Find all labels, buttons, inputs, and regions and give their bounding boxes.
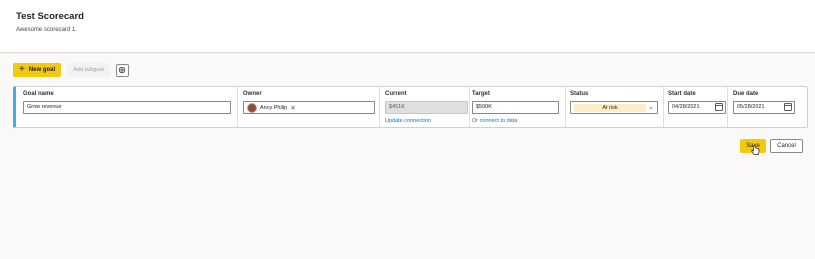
plus-icon: + [19, 64, 25, 75]
status-dropdown[interactable]: At risk ⌄ [570, 101, 658, 114]
connect-to-data-link[interactable]: connect to data [480, 118, 518, 124]
new-goal-label: New goal [28, 67, 56, 73]
owner-name: Ancy Philip [260, 104, 288, 111]
gear-icon [119, 66, 126, 74]
goal-name-label: Goal name [23, 91, 54, 97]
owner-chip: Ancy Philip ✕ [243, 102, 296, 113]
close-icon[interactable]: ✕ [290, 104, 295, 112]
owner-column: Owner Ancy Philip ✕ [238, 87, 380, 127]
settings-button[interactable] [115, 63, 129, 77]
target-input[interactable]: $500K [472, 101, 559, 114]
avatar [247, 102, 257, 113]
status-badge: At risk [574, 104, 646, 112]
goal-name-input[interactable]: Grow revenue [23, 101, 231, 114]
scorecard-canvas [0, 54, 815, 259]
calendar-icon[interactable] [715, 103, 723, 111]
start-date-label: Start date [668, 91, 696, 97]
target-label: Target [472, 91, 490, 97]
due-date-value: 05/28/2021 [737, 104, 765, 110]
goal-edit-row: Goal name Grow revenue Owner Ancy Philip… [13, 86, 808, 128]
page-title: Test Scorecard [16, 11, 84, 22]
add-subgoal-button[interactable]: Add subgoal [67, 63, 110, 77]
owner-label: Owner [243, 91, 262, 97]
start-date-input[interactable]: 04/28/2021 [668, 101, 726, 114]
calendar-icon[interactable] [784, 103, 792, 111]
current-label: Current [385, 91, 407, 97]
target-column: Target $500K Or connect to data [470, 87, 566, 127]
start-date-value: 04/28/2021 [672, 104, 700, 110]
current-value-field: $451K [385, 101, 468, 114]
current-column: Current $451K Update connection [380, 87, 470, 127]
toolbar: + New goal Add subgoal [13, 63, 129, 77]
status-column: Status At risk ⌄ [566, 87, 664, 127]
due-date-label: Due date [733, 91, 759, 97]
connect-data-line: Or connect to data [472, 118, 517, 124]
due-date-column: Due date 05/28/2021 [728, 87, 808, 127]
update-connection-link[interactable]: Update connection [385, 118, 431, 124]
or-text: Or [472, 118, 479, 124]
chevron-down-icon: ⌄ [648, 104, 654, 111]
page-subtitle: Awesome scorecard 1. [16, 27, 77, 33]
scorecard-header: Test Scorecard Awesome scorecard 1. [0, 0, 815, 53]
cancel-button[interactable]: Cancel [770, 139, 803, 153]
goal-name-column: Goal name Grow revenue [16, 87, 238, 127]
due-date-input[interactable]: 05/28/2021 [733, 101, 795, 114]
start-date-column: Start date 04/28/2021 [664, 87, 728, 127]
new-goal-button[interactable]: + New goal [13, 63, 62, 77]
status-label: Status [570, 91, 589, 97]
hand-cursor-icon [751, 145, 760, 155]
